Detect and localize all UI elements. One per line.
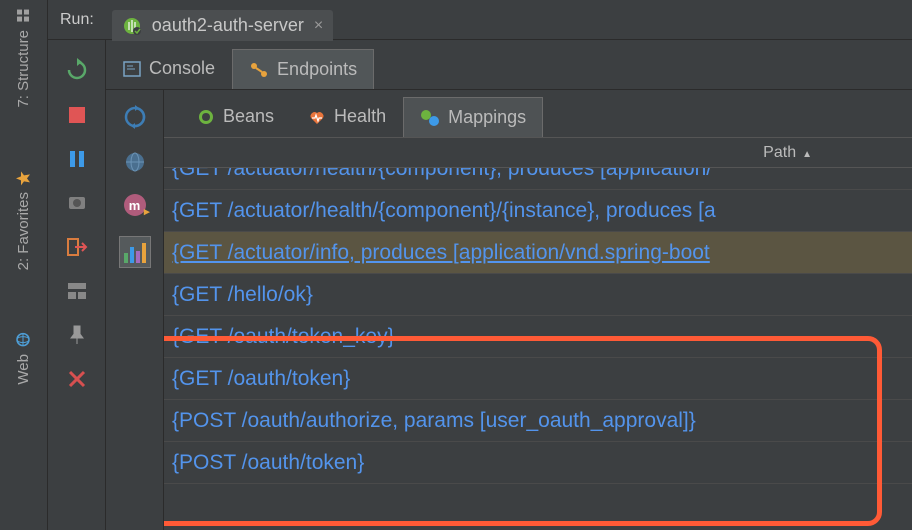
health-tab[interactable]: Health [291,96,403,137]
star-icon [16,170,32,186]
beans-tab-label: Beans [223,106,274,127]
layout-icon[interactable] [66,280,88,302]
mapping-row[interactable]: {GET /oauth/token} [164,358,912,400]
web-label: Web [15,354,32,385]
mappings-icon [420,109,440,127]
endpoints-type-tabs: Beans Health Mappings [164,90,912,138]
favorites-tool-tab[interactable]: 2: Favorites [15,170,32,270]
sort-asc-icon: ▲ [802,149,812,160]
pause-icon[interactable] [66,148,88,170]
run-config-label: oauth2-auth-server [152,15,304,36]
mapping-row[interactable]: {GET /hello/ok} [164,274,912,316]
stop-icon[interactable] [66,104,88,126]
close-tab-icon[interactable]: × [314,17,323,35]
run-config-tab[interactable]: oauth2-auth-server × [112,10,333,41]
endpoints-tab-label: Endpoints [277,59,357,80]
run-titlebar: Run: oauth2-auth-server × [48,0,912,40]
web-icon [16,332,32,348]
run-label: Run: [60,11,94,29]
rerun-icon[interactable] [65,58,89,82]
run-subtabs: Console Endpoints [106,40,912,90]
mapping-row[interactable]: {GET /oauth/token_key} [164,316,912,358]
grid-header[interactable]: Path▲ [164,138,912,168]
health-icon [308,108,326,126]
mapping-row[interactable]: {GET /actuator/info, produces [applicati… [164,232,912,274]
refresh-icon[interactable] [122,104,148,130]
mapping-row[interactable]: {GET /actuator/health/{component}, produ… [164,168,912,190]
tool-window-strip: 7: Structure 2: Favorites Web [0,0,48,530]
pin-icon[interactable] [66,324,88,346]
dump-threads-icon[interactable] [66,192,88,214]
analytics-icon[interactable] [119,236,151,268]
mappings-tab-label: Mappings [448,107,526,128]
mapping-row[interactable]: {GET /actuator/health/{component}/{insta… [164,190,912,232]
close-icon[interactable] [66,368,88,390]
path-column-header[interactable]: Path▲ [763,144,812,162]
method-m-icon[interactable]: m▸ [124,194,146,216]
endpoints-tab[interactable]: Endpoints [232,49,374,89]
run-actions-col [48,40,106,530]
mappings-rows: {GET /actuator/health/{component}, produ… [164,168,912,530]
structure-tool-tab[interactable]: 7: Structure [15,8,32,108]
console-icon [123,60,141,78]
globe-icon[interactable] [123,150,147,174]
console-tab-label: Console [149,58,215,79]
structure-icon [16,8,32,24]
console-tab[interactable]: Console [106,48,232,89]
beans-icon [197,108,215,126]
mappings-tab[interactable]: Mappings [403,97,543,137]
endpoints-icon [249,61,269,79]
favorites-label: 2: Favorites [15,192,32,270]
spring-boot-icon [122,16,142,36]
exit-icon[interactable] [66,236,88,258]
endpoints-sidebar: m▸ [106,90,164,530]
web-tool-tab[interactable]: Web [15,332,32,385]
mapping-row[interactable]: {POST /oauth/authorize, params [user_oau… [164,400,912,442]
health-tab-label: Health [334,106,386,127]
mapping-row[interactable]: {POST /oauth/token} [164,442,912,484]
beans-tab[interactable]: Beans [180,96,291,137]
structure-label: 7: Structure [15,30,32,108]
